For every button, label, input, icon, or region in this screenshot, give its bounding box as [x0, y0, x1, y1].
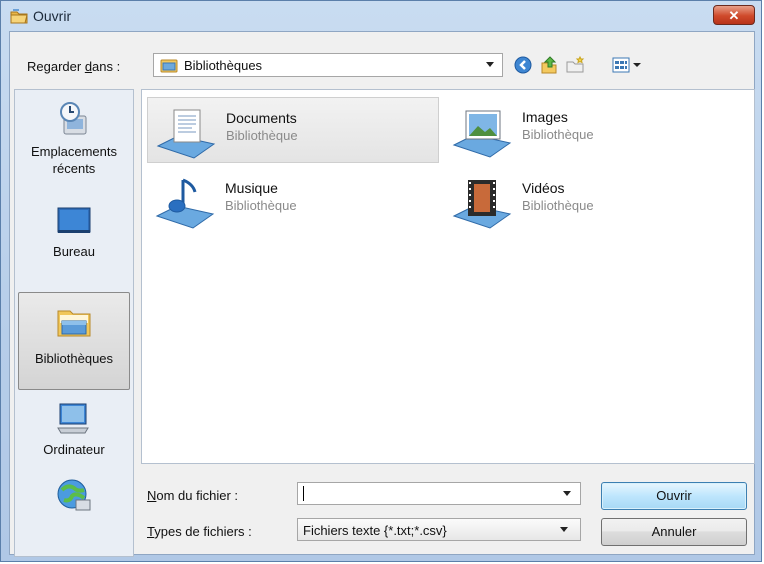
- back-arrow-icon: [514, 56, 532, 74]
- place-label: Ordinateur: [43, 442, 105, 457]
- item-name: Vidéos: [522, 180, 565, 196]
- place-desktop[interactable]: Bureau: [18, 194, 130, 270]
- list-item-documents[interactable]: Documents Bibliothèque: [147, 97, 439, 163]
- list-item-music[interactable]: Musique Bibliothèque: [147, 168, 439, 234]
- filename-dropdown-arrow-icon[interactable]: [563, 491, 571, 496]
- item-name: Images: [522, 109, 568, 125]
- place-libraries[interactable]: Bibliothèques: [18, 292, 130, 390]
- libraries-folder-icon: [160, 57, 178, 73]
- text-caret: [303, 486, 304, 501]
- title-bar[interactable]: Ouvrir ✕: [1, 1, 763, 31]
- recent-places-icon: [60, 102, 87, 135]
- item-name: Musique: [225, 180, 278, 196]
- videos-library-icon: [452, 180, 512, 229]
- up-folder-button[interactable]: [539, 56, 559, 74]
- up-folder-icon: [541, 56, 557, 74]
- look-in-dropdown[interactable]: Bibliothèques: [153, 53, 503, 77]
- new-folder-button[interactable]: [565, 55, 585, 74]
- new-folder-icon: [566, 55, 585, 73]
- folder-open-icon: [10, 8, 28, 24]
- filename-input[interactable]: [297, 482, 581, 505]
- file-list-view[interactable]: Documents Bibliothèque Images Bibliothèq…: [141, 89, 755, 464]
- filetype-value: Fichiers texte {*.txt;*.csv}: [303, 523, 447, 538]
- item-name: Documents: [226, 110, 297, 126]
- open-button[interactable]: Ouvrir: [601, 482, 747, 510]
- look-in-label: Regarder dans :: [27, 59, 121, 74]
- places-bar: Emplacements récents Bureau Bibliothèque…: [14, 89, 134, 557]
- item-type: Bibliothèque: [225, 198, 297, 213]
- close-button[interactable]: ✕: [713, 5, 755, 25]
- cancel-button[interactable]: Annuler: [601, 518, 747, 546]
- documents-library-icon: [156, 109, 216, 159]
- place-label: Bureau: [53, 244, 95, 259]
- open-file-dialog: Ouvrir ✕ Regarder dans : Bibliothèques E…: [0, 0, 762, 562]
- place-label: Bibliothèques: [34, 351, 114, 366]
- filename-label: Nom du fichier :: [147, 488, 239, 503]
- window-title: Ouvrir: [33, 8, 72, 24]
- place-network[interactable]: [18, 474, 130, 522]
- list-item-images[interactable]: Images Bibliothèque: [444, 97, 736, 163]
- item-type: Bibliothèque: [522, 198, 594, 213]
- libraries-icon: [57, 310, 91, 337]
- views-menu-button[interactable]: [611, 56, 645, 74]
- item-type: Bibliothèque: [522, 127, 594, 142]
- desktop-icon: [57, 207, 91, 233]
- back-button[interactable]: [513, 56, 533, 74]
- place-computer[interactable]: Ordinateur: [18, 396, 130, 468]
- place-label: Emplacements récents: [31, 144, 117, 176]
- look-in-value: Bibliothèques: [184, 58, 263, 73]
- filetype-dropdown[interactable]: Fichiers texte {*.txt;*.csv}: [297, 518, 581, 541]
- chevron-down-icon: [560, 527, 568, 532]
- filetype-label: Types de fichiers :: [147, 524, 252, 539]
- list-item-videos[interactable]: Vidéos Bibliothèque: [444, 168, 736, 234]
- music-library-icon: [155, 178, 215, 229]
- item-type: Bibliothèque: [226, 128, 298, 143]
- chevron-down-icon: [486, 62, 494, 67]
- network-icon: [57, 479, 91, 511]
- computer-icon: [57, 403, 89, 434]
- views-grid-icon: [612, 57, 641, 73]
- images-library-icon: [452, 110, 512, 158]
- place-recent[interactable]: Emplacements récents: [18, 98, 130, 186]
